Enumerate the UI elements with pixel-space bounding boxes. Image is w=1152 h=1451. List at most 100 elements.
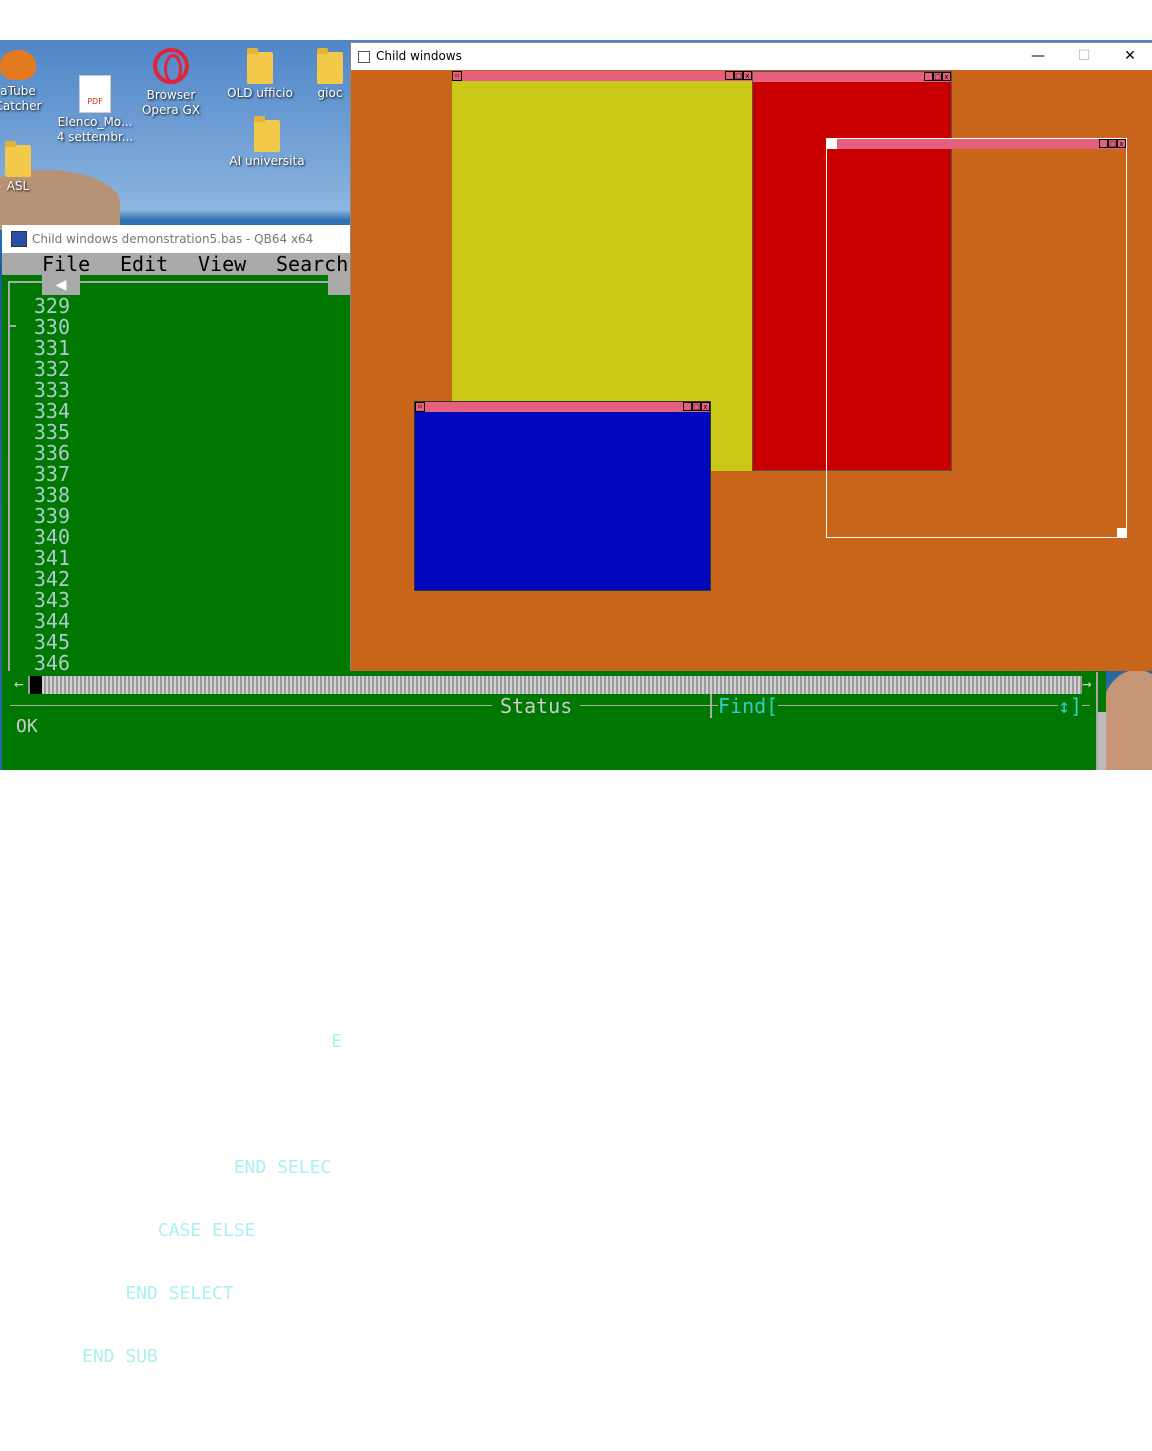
folder-icon [317, 48, 343, 84]
qb64-app-icon [11, 231, 27, 247]
child-maximize-icon[interactable]: □ [933, 72, 942, 81]
code-line: END SUB [82, 1346, 158, 1367]
child-system-icon[interactable]: ▫ [415, 402, 425, 412]
child-close-icon[interactable]: x [743, 71, 752, 80]
child-maximize-icon[interactable]: □ [692, 402, 701, 411]
opera-icon [153, 48, 189, 84]
line-number: 329 [33, 294, 70, 318]
child-minimize-icon[interactable]: _ [924, 72, 933, 81]
child-minimize-icon[interactable]: _ [725, 71, 734, 80]
line-number: 333 [33, 378, 70, 402]
line-number: 332 [33, 357, 70, 381]
line-number: 340 [33, 525, 70, 549]
menu-view[interactable]: View [198, 253, 246, 275]
minimize-button[interactable]: — [1015, 43, 1061, 70]
child-titlebar[interactable] [452, 71, 752, 81]
scroll-left-arrow-icon[interactable]: ← [14, 674, 24, 693]
desktop-icon-pdf[interactable]: PDF Elenco_Mo... 4 settembr... [55, 75, 135, 145]
status-message: OK [16, 716, 38, 737]
desktop-icon-label: aTube Catcher [0, 84, 42, 113]
child-titlebar[interactable] [415, 402, 710, 412]
child-close-icon[interactable]: x [942, 72, 951, 81]
window-title: Child windows [376, 49, 462, 63]
status-label: Status [492, 694, 581, 718]
app-window-icon [358, 51, 370, 63]
child-maximize-icon[interactable]: □ [734, 71, 743, 80]
code-line: CASE ELSE [82, 1220, 256, 1241]
editor-tab-left-arrow[interactable]: ◀ [42, 275, 80, 295]
line-number: 345 [33, 630, 70, 654]
editor-tab-marker [328, 275, 352, 295]
desktop-icon-label: ASL [6, 179, 30, 193]
atube-icon [0, 50, 36, 80]
menu-edit[interactable]: Edit [120, 253, 168, 275]
desktop-icon-label: Elenco_Mo... 4 settembr... [56, 115, 134, 144]
child-minimize-icon[interactable]: _ [683, 402, 692, 411]
editor-left-border [8, 281, 10, 671]
child-close-icon[interactable]: x [701, 402, 710, 411]
line-numbers: 329 330 331 332 333 334 335 336 337 338 … [20, 296, 70, 674]
vertical-scrollbar[interactable] [1098, 712, 1106, 770]
folder-icon [5, 141, 31, 177]
desktop-icon-opera[interactable]: Browser Opera GX [131, 48, 211, 118]
pdf-icon: PDF [79, 75, 111, 113]
code-editor[interactable]: E END SELEC CASE ELSE END SELECT END SUB [82, 296, 362, 1451]
child-minimize-icon[interactable]: _ [1099, 139, 1108, 148]
child-windows-titlebar[interactable]: Child windows — ☐ ✕ [351, 43, 1152, 70]
child-close-icon[interactable]: x [1117, 139, 1126, 148]
desktop-icon-atube[interactable]: aTube Catcher [0, 50, 58, 114]
line-number: 330 [33, 315, 70, 339]
line-number: 346 [33, 651, 70, 675]
resize-grip-icon[interactable] [1117, 528, 1127, 538]
desktop-icon-asl[interactable]: ASL [0, 141, 58, 194]
desktop-icon-label: OLD ufficio [227, 86, 293, 100]
find-toggle[interactable]: ↕] [1058, 694, 1083, 718]
qb64-titlebar[interactable]: Child windows demonstration5.bas - QB64 … [2, 225, 352, 253]
line-number: 331 [33, 336, 70, 360]
find-field[interactable]: Find[ [718, 694, 779, 718]
child-windows-app[interactable]: Child windows — ☐ ✕ ▫ _ □ x _ □ x _ □ x [350, 42, 1152, 671]
desktop-icon-label: AI universita [229, 154, 305, 168]
child-system-icon[interactable]: ▫ [452, 71, 462, 81]
qb64-title: Child windows demonstration5.bas - QB64 … [32, 232, 314, 246]
code-line: END SELECT [82, 1283, 234, 1304]
child-titlebar[interactable] [753, 72, 951, 82]
editor-bookmark-tick [8, 325, 16, 327]
folder-icon [247, 48, 273, 84]
menu-search[interactable]: Search [276, 253, 348, 275]
scroll-right-arrow-icon[interactable]: → [1082, 674, 1092, 693]
child-system-icon[interactable] [827, 139, 837, 149]
desktop-icon-ai-universita[interactable]: AI universita [227, 116, 307, 169]
line-number: 339 [33, 504, 70, 528]
code-line: END SELEC [82, 1157, 332, 1178]
line-number: 338 [33, 483, 70, 507]
child-window-blue[interactable]: ▫ _ □ x [414, 401, 711, 591]
line-number: 335 [33, 420, 70, 444]
line-number: 334 [33, 399, 70, 423]
line-number: 343 [33, 588, 70, 612]
child-maximize-icon[interactable]: □ [1108, 139, 1117, 148]
scrollbar-thumb[interactable] [30, 676, 42, 694]
desktop-icon-old-ufficio[interactable]: OLD ufficio [220, 48, 300, 101]
line-number: 341 [33, 546, 70, 570]
code-line: E [82, 1031, 343, 1052]
status-find-divider [710, 694, 712, 718]
child-window-orange[interactable]: _ □ x [826, 138, 1127, 538]
menu-file[interactable]: File [42, 253, 90, 275]
maximize-button[interactable]: ☐ [1061, 43, 1107, 70]
qb64-menubar: File Edit View Search [2, 253, 352, 275]
horizontal-scrollbar[interactable] [28, 676, 1082, 694]
close-button[interactable]: ✕ [1107, 43, 1152, 70]
line-number: 344 [33, 609, 70, 633]
child-titlebar[interactable] [827, 139, 1126, 149]
